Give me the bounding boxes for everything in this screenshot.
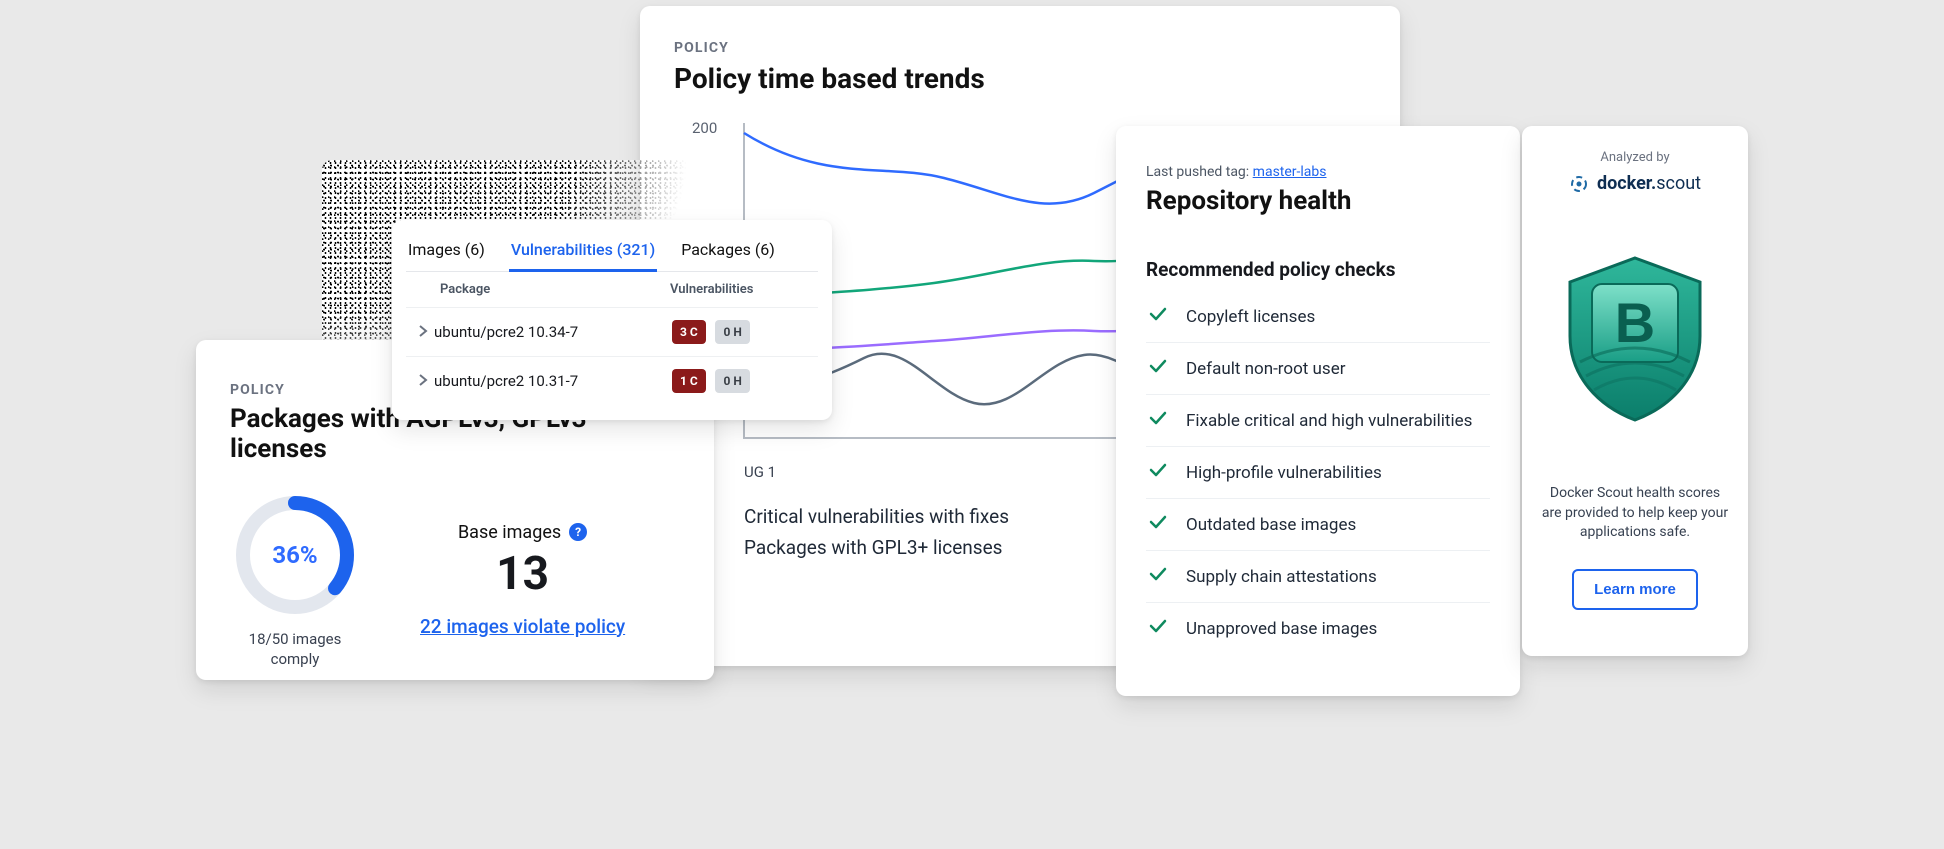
scout-description: Docker Scout health scores are provided …	[1540, 484, 1730, 543]
check-icon	[1148, 408, 1170, 433]
check-icon	[1148, 460, 1170, 485]
tab-vulnerabilities[interactable]: Vulnerabilities (321)	[509, 234, 657, 272]
package-name: ubuntu/pcre2 10.31-7	[434, 372, 672, 390]
policy-check-item[interactable]: Supply chain attestations	[1146, 551, 1490, 603]
severity-high-badge: 0 H	[715, 369, 749, 393]
chevron-right-icon[interactable]	[412, 372, 434, 390]
last-pushed-label: Last pushed tag:	[1146, 164, 1253, 180]
brand-scout: scout	[1656, 173, 1701, 194]
policy-check-label: High-profile vulnerabilities	[1186, 463, 1382, 483]
policy-check-label: Supply chain attestations	[1186, 567, 1377, 587]
docker-scout-brand: docker.scout	[1569, 173, 1701, 194]
check-icon	[1148, 512, 1170, 537]
last-pushed-tag-link[interactable]: master-labs	[1253, 164, 1327, 180]
base-images-label: Base images	[458, 522, 561, 543]
base-images-count: 13	[420, 547, 625, 601]
chart-y-tick: 200	[692, 119, 717, 137]
package-name: ubuntu/pcre2 10.34-7	[434, 323, 672, 341]
vulnerabilities-popover: Images (6) Vulnerabilities (321) Package…	[392, 220, 832, 420]
base-images-block: Base images ? 13 22 images violate polic…	[420, 522, 625, 638]
policy-check-item[interactable]: Fixable critical and high vulnerabilitie…	[1146, 395, 1490, 447]
policy-check-list: Copyleft licenses Default non-root user Fi…	[1146, 291, 1490, 654]
health-grade-letter: B	[1615, 291, 1655, 354]
check-icon	[1148, 564, 1170, 589]
tab-images[interactable]: Images (6)	[406, 234, 487, 271]
violate-policy-link[interactable]: 22 images violate policy	[420, 615, 625, 638]
policy-check-item[interactable]: Default non-root user	[1146, 343, 1490, 395]
col-package: Package	[440, 282, 670, 297]
severity-critical-badge: 1 C	[672, 369, 706, 393]
chevron-right-icon[interactable]	[412, 323, 434, 341]
compliance-caption-line2: comply	[271, 650, 320, 668]
last-pushed-tag: Last pushed tag: master-labs	[1146, 164, 1490, 180]
help-icon[interactable]: ?	[569, 523, 587, 541]
health-shield-icon: B	[1560, 254, 1710, 428]
severity-critical-badge: 3 C	[672, 320, 706, 344]
check-icon	[1148, 356, 1170, 381]
legend-label: Packages with GPL3+ licenses	[744, 536, 1002, 559]
repository-health-card: Last pushed tag: master-labs Repository …	[1116, 126, 1520, 696]
tab-packages[interactable]: Packages (6)	[679, 234, 777, 271]
legend-label: Critical vulnerabilities with fixes	[744, 505, 1009, 528]
recommended-checks-title: Recommended policy checks	[1146, 258, 1490, 281]
policy-check-item[interactable]: High-profile vulnerabilities	[1146, 447, 1490, 499]
compliance-donut: 36% 18/50 images comply	[230, 490, 360, 669]
policy-check-label: Unapproved base images	[1186, 619, 1377, 639]
brand-docker: docker.	[1597, 173, 1656, 194]
check-icon	[1148, 304, 1170, 329]
learn-more-button[interactable]: Learn more	[1572, 569, 1698, 610]
severity-high-badge: 0 H	[715, 320, 749, 344]
policy-check-label: Copyleft licenses	[1186, 307, 1315, 327]
compliance-caption-line1: 18/50 images	[249, 630, 342, 648]
policy-check-label: Fixable critical and high vulnerabilitie…	[1186, 411, 1472, 431]
policy-check-item[interactable]: Copyleft licenses	[1146, 291, 1490, 343]
policy-trends-title: Policy time based trends	[674, 62, 1366, 95]
check-icon	[1148, 616, 1170, 641]
vuln-tabs: Images (6) Vulnerabilities (321) Package…	[406, 234, 818, 272]
table-row[interactable]: ubuntu/pcre2 10.31-7 1 C 0 H	[406, 356, 818, 405]
analyzed-by-label: Analyzed by	[1600, 150, 1669, 165]
compliance-caption: 18/50 images comply	[230, 630, 360, 669]
vuln-table-header: Package Vulnerabilities	[406, 272, 818, 307]
table-row[interactable]: ubuntu/pcre2 10.34-7 3 C 0 H	[406, 307, 818, 356]
policy-check-item[interactable]: Unapproved base images	[1146, 603, 1490, 654]
repo-health-title: Repository health	[1146, 186, 1490, 216]
policy-check-label: Default non-root user	[1186, 359, 1345, 379]
docker-scout-panel: Analyzed by docker.scout	[1522, 126, 1748, 656]
policy-check-item[interactable]: Outdated base images	[1146, 499, 1490, 551]
col-vulns: Vulnerabilities	[670, 282, 753, 297]
compliance-percent: 36%	[272, 541, 317, 569]
scout-target-icon	[1569, 174, 1589, 194]
policy-check-label: Outdated base images	[1186, 515, 1356, 535]
policy-trends-overline: POLICY	[674, 40, 1366, 56]
